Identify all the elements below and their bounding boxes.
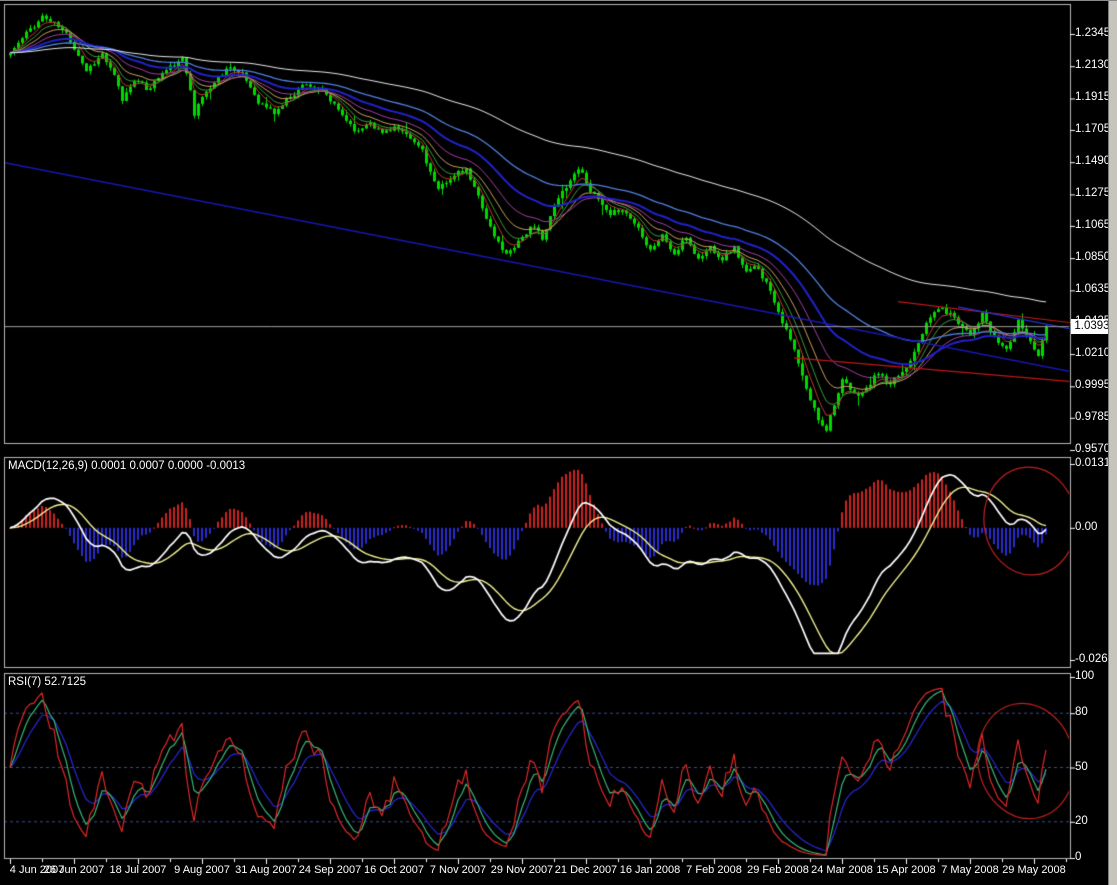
window-right-edge	[1108, 1, 1117, 885]
macd-panel[interactable]	[4, 457, 1070, 667]
current-price-box: 1.0393	[1071, 319, 1113, 334]
chart-window: MACD(12,26,9) 0.0001 0.0007 0.0000 -0.00…	[0, 0, 1117, 885]
rsi-panel[interactable]	[4, 673, 1070, 858]
date-axis[interactable]	[0, 859, 1109, 885]
current-price-value: 1.0393	[1074, 320, 1109, 332]
price-axis[interactable]	[1071, 4, 1109, 858]
main-chart-panel[interactable]	[4, 4, 1070, 443]
